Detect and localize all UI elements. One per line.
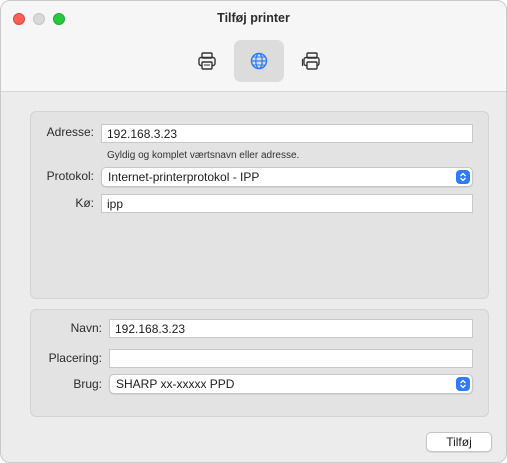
printer-icon: [198, 52, 216, 70]
printer-fax-icon: [301, 52, 320, 70]
name-field[interactable]: 192.168.3.23: [109, 319, 473, 338]
driver-select[interactable]: SHARP xx-xxxxx PPD: [109, 374, 473, 394]
address-field[interactable]: 192.168.3.23: [101, 124, 473, 143]
network-settings-panel: Adresse: 192.168.3.23 Gyldig og komplet …: [30, 111, 489, 299]
updown-chevron-icon: [456, 170, 470, 184]
queue-field[interactable]: ipp: [101, 194, 473, 213]
driver-select-value: SHARP xx-xxxxx PPD: [116, 377, 235, 391]
add-printer-window: Tilføj printer Adresse: 192.168.3.23 Gyl…: [0, 0, 507, 463]
protocol-select-value: Internet-printerprotokol - IPP: [108, 170, 260, 184]
name-label: Navn:: [70, 321, 102, 335]
toolbar-default-printer-button[interactable]: [182, 40, 232, 82]
toolbar-ip-printer-button[interactable]: [234, 40, 284, 82]
globe-icon: [250, 52, 268, 70]
titlebar: Tilføj printer: [1, 1, 506, 92]
window-title: Tilføj printer: [217, 11, 290, 25]
location-field[interactable]: [109, 349, 473, 368]
protocol-label: Protokol:: [46, 169, 94, 183]
toolbar-windows-printer-button[interactable]: [286, 40, 336, 82]
queue-label: Kø:: [75, 196, 94, 210]
address-hint: Gyldig og komplet værtsnavn eller adress…: [107, 150, 300, 161]
address-label: Adresse:: [46, 125, 94, 139]
location-label: Placering:: [48, 351, 102, 365]
printer-details-panel: Navn: 192.168.3.23 Placering: Brug: SHAR…: [30, 309, 489, 417]
protocol-select[interactable]: Internet-printerprotokol - IPP: [101, 167, 473, 187]
updown-chevron-icon: [456, 377, 470, 391]
add-button[interactable]: Tilføj: [426, 432, 492, 452]
use-label: Brug:: [73, 377, 102, 391]
